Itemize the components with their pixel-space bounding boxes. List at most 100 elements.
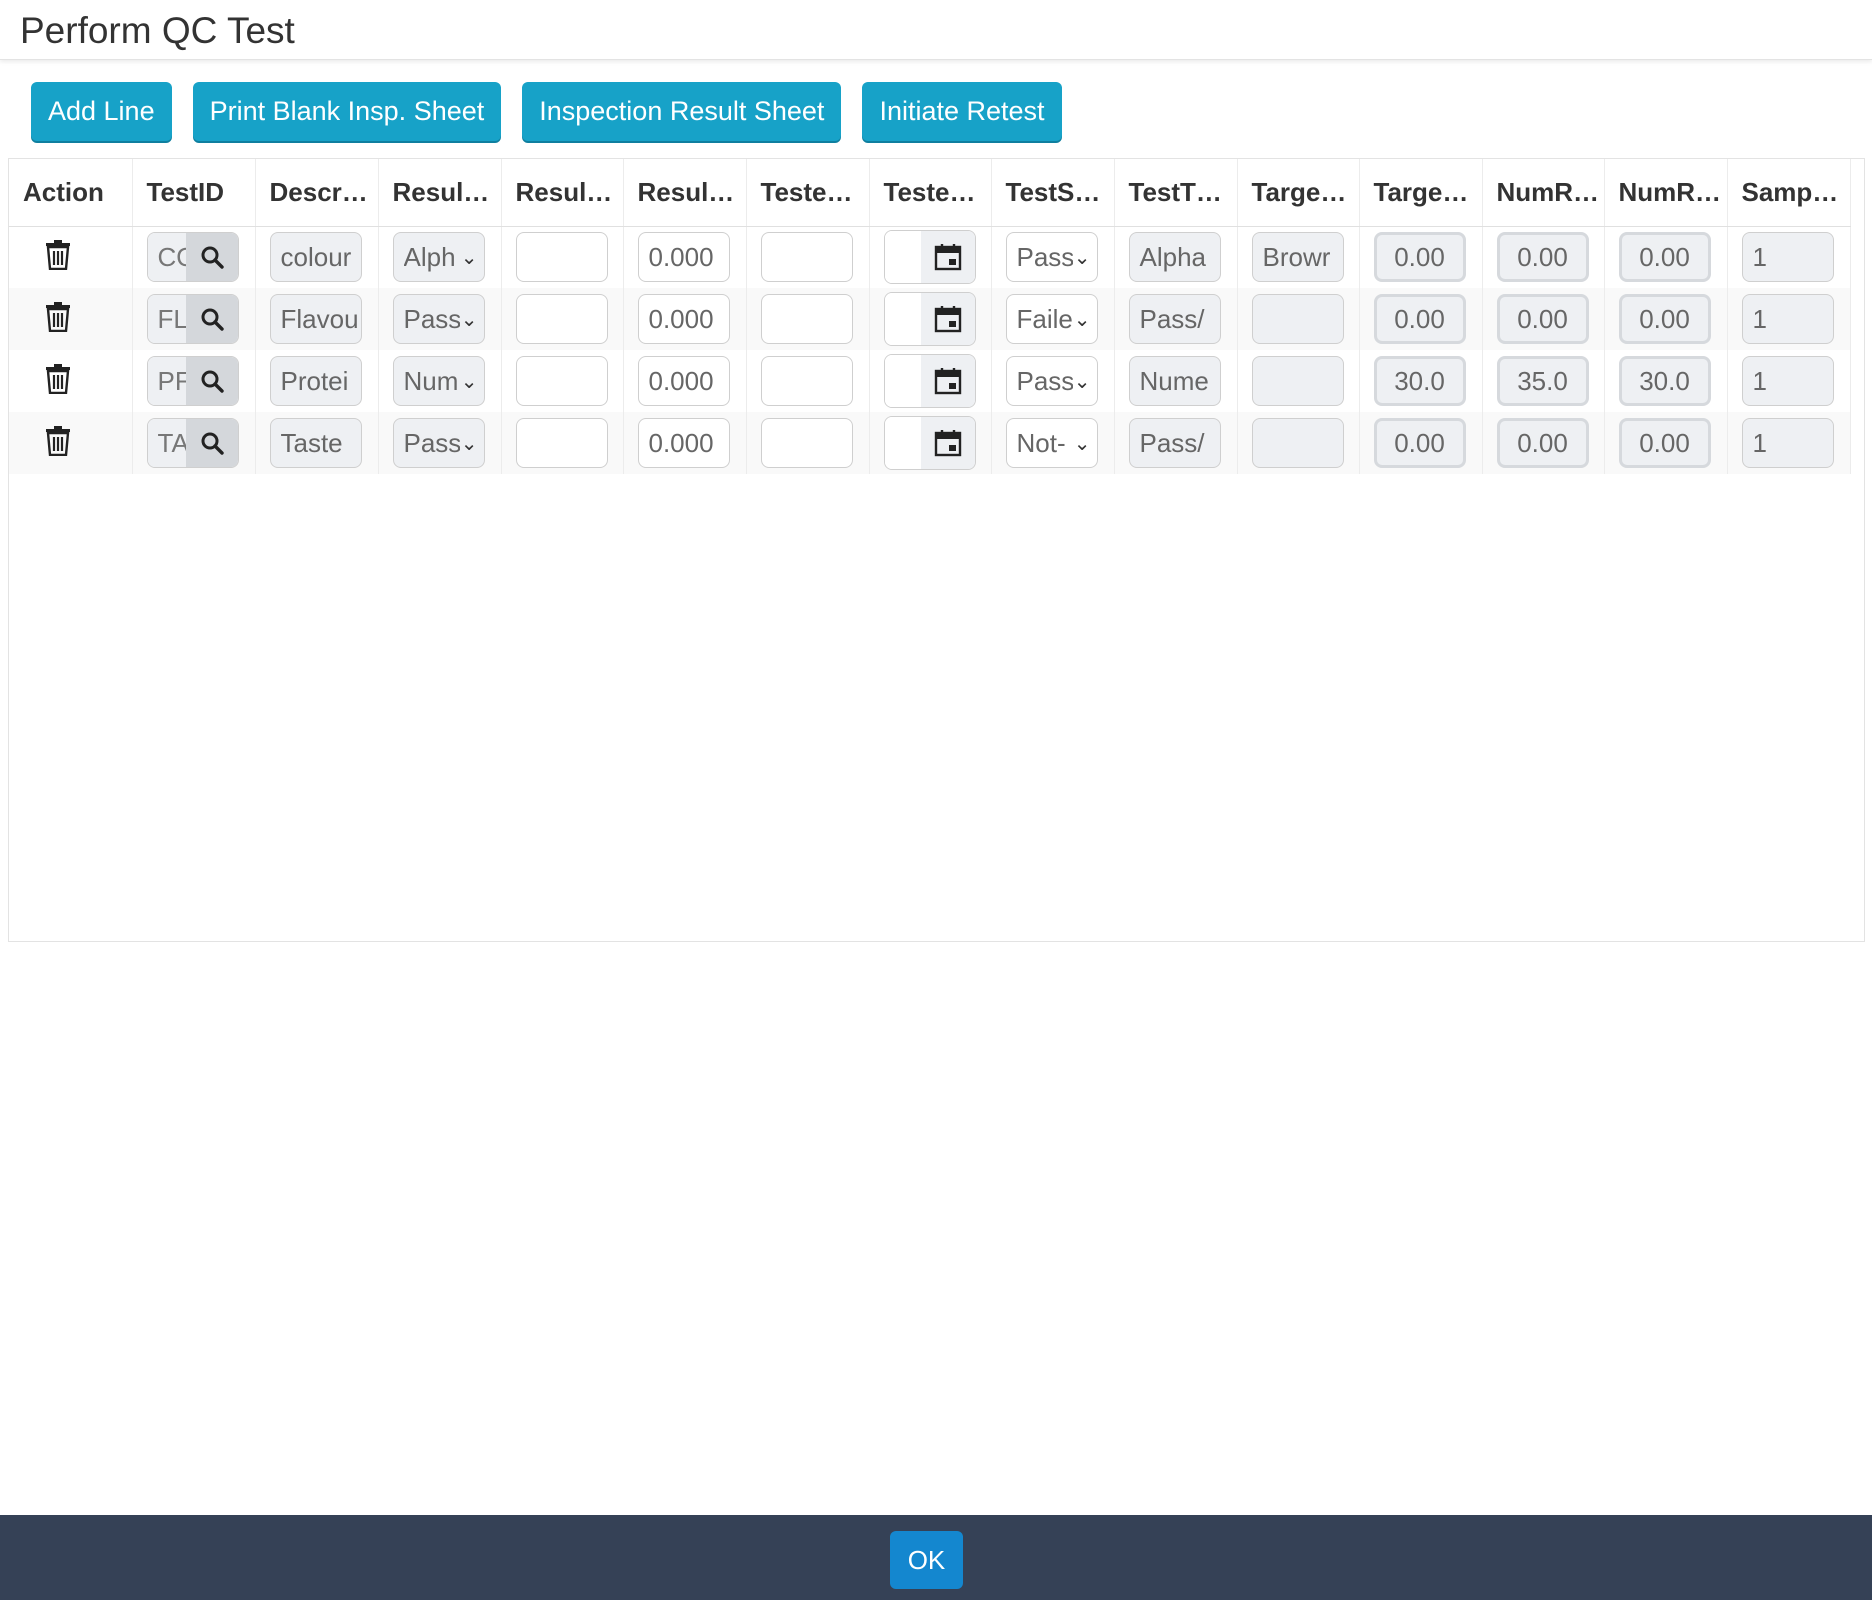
column-header-sample[interactable]: Samp… — [1727, 159, 1851, 227]
search-icon[interactable] — [185, 233, 238, 282]
ok-button[interactable]: OK — [890, 1531, 963, 1589]
initiate-retest-button[interactable]: Initiate Retest — [862, 82, 1062, 141]
description-field[interactable]: Taste — [269, 418, 362, 468]
calendar-icon[interactable] — [920, 417, 975, 469]
trash-icon[interactable] — [23, 425, 132, 456]
description-field[interactable]: Protei — [269, 356, 362, 406]
result-type-select[interactable]: Num ⌄ — [392, 356, 485, 406]
num-range-min-field[interactable]: 0.00 — [1496, 294, 1589, 344]
test-id-field[interactable]: CO — [147, 233, 186, 282]
tested-date-field[interactable] — [883, 292, 976, 346]
column-header-target-text[interactable]: Targe… — [1237, 159, 1360, 227]
test-id-lookup: CO — [146, 232, 239, 283]
tested-date-field[interactable] — [883, 230, 976, 285]
column-header-tested-by[interactable]: Teste… — [746, 159, 870, 227]
target-number-field[interactable]: 0.00 — [1373, 232, 1466, 283]
num-range-max-field[interactable]: 0.00 — [1618, 294, 1711, 344]
num-range-max-field[interactable]: 0.00 — [1618, 232, 1711, 283]
sample-field[interactable]: 1 — [1741, 356, 1834, 406]
num-range-max-field[interactable]: 0.00 — [1618, 418, 1711, 468]
result-text-field[interactable] — [515, 232, 608, 283]
column-header-result-number[interactable]: Resul… — [623, 159, 747, 227]
result-type-select[interactable]: Alph ⌄ — [392, 232, 485, 283]
tested-date-input[interactable] — [884, 417, 921, 469]
test-type-cell: Nume — [1114, 350, 1238, 412]
search-icon[interactable] — [185, 357, 238, 405]
num-range-min-field[interactable]: 0.00 — [1496, 418, 1589, 468]
result-type-select[interactable]: Pass ⌄ — [392, 294, 485, 344]
sample-field[interactable]: 1 — [1741, 294, 1834, 344]
test-type-field[interactable]: Nume — [1128, 356, 1221, 406]
tested-date-field[interactable] — [883, 416, 976, 470]
sample-field[interactable]: 1 — [1741, 232, 1834, 283]
num-range-min-field[interactable]: 35.0 — [1496, 356, 1589, 406]
calendar-icon[interactable] — [920, 231, 975, 284]
trash-icon[interactable] — [23, 363, 132, 394]
target-number-field[interactable]: 0.00 — [1373, 294, 1466, 344]
test-status-value: Pass — [1016, 241, 1073, 272]
test-type-field[interactable]: Pass/ — [1128, 418, 1221, 468]
result-type-select[interactable]: Pass ⌄ — [392, 418, 485, 468]
tested-date-input[interactable] — [884, 355, 921, 407]
result-number-field[interactable]: 0.000 — [637, 356, 730, 406]
target-text-field[interactable] — [1251, 294, 1344, 344]
test-status-select[interactable]: Pass ⌄ — [1005, 356, 1098, 406]
column-header-test-id[interactable]: TestID — [132, 159, 256, 227]
calendar-icon[interactable] — [920, 293, 975, 345]
action-cell — [9, 288, 133, 350]
num-range-max-field[interactable]: 30.0 — [1618, 356, 1711, 406]
inspection-result-sheet-button[interactable]: Inspection Result Sheet — [522, 82, 842, 141]
add-line-button[interactable]: Add Line — [31, 82, 172, 141]
target-number-cell: 0.00 — [1359, 226, 1483, 288]
column-header-result-text[interactable]: Resul… — [501, 159, 624, 227]
column-header-test-status[interactable]: TestS… — [991, 159, 1115, 227]
tested-date-input[interactable] — [884, 293, 921, 345]
test-type-cell: Pass/ — [1114, 288, 1238, 350]
test-id-field[interactable]: FL — [147, 295, 186, 343]
trash-icon[interactable] — [23, 239, 132, 270]
tested-by-field[interactable] — [760, 232, 853, 283]
description-field[interactable]: colour — [269, 232, 362, 283]
result-number-field[interactable]: 0.000 — [637, 232, 730, 283]
tested-date-field[interactable] — [883, 354, 976, 408]
tested-by-field[interactable] — [760, 418, 853, 468]
result-number-field[interactable]: 0.000 — [637, 418, 730, 468]
target-text-field[interactable]: Browr — [1251, 232, 1344, 283]
test-type-field[interactable]: Alpha — [1128, 232, 1221, 283]
test-id-field[interactable]: PF — [147, 357, 186, 405]
test-type-field[interactable]: Pass/ — [1128, 294, 1221, 344]
column-header-description[interactable]: Descr… — [255, 159, 379, 227]
target-text-field[interactable] — [1251, 356, 1344, 406]
column-header-num-range-min[interactable]: NumR… — [1482, 159, 1605, 227]
result-text-field[interactable] — [515, 294, 608, 344]
target-number-field[interactable]: 30.0 — [1373, 356, 1466, 406]
trash-icon[interactable] — [23, 301, 132, 332]
calendar-icon[interactable] — [920, 355, 975, 407]
column-header-test-type[interactable]: TestT… — [1114, 159, 1238, 227]
column-header-result-type[interactable]: Resul… — [378, 159, 502, 227]
column-header-action[interactable]: Action — [9, 159, 133, 227]
search-icon[interactable] — [185, 295, 238, 343]
description-field[interactable]: Flavou — [269, 294, 362, 344]
test-status-select[interactable]: Not- ⌄ — [1005, 418, 1098, 468]
column-header-tested-date[interactable]: Teste… — [869, 159, 992, 227]
target-number-field[interactable]: 0.00 — [1373, 418, 1466, 468]
test-id-field[interactable]: TA — [147, 419, 186, 467]
result-text-field[interactable] — [515, 356, 608, 406]
result-text-field[interactable] — [515, 418, 608, 468]
print-blank-sheet-button[interactable]: Print Blank Insp. Sheet — [192, 82, 502, 141]
num-range-min-field[interactable]: 0.00 — [1496, 232, 1589, 283]
num-range-min-cell: 0.00 — [1482, 226, 1605, 288]
target-text-field[interactable] — [1251, 418, 1344, 468]
column-header-target-number[interactable]: Targe… — [1359, 159, 1483, 227]
test-status-select[interactable]: Faile ⌄ — [1005, 294, 1098, 344]
tested-by-field[interactable] — [760, 356, 853, 406]
tested-date-input[interactable] — [884, 231, 921, 284]
sample-field[interactable]: 1 — [1741, 418, 1834, 468]
tested-by-field[interactable] — [760, 294, 853, 344]
result-number-field[interactable]: 0.000 — [637, 294, 730, 344]
column-header-num-range-max[interactable]: NumR… — [1604, 159, 1728, 227]
search-icon[interactable] — [185, 419, 238, 467]
test-status-select[interactable]: Pass ⌄ — [1005, 232, 1098, 283]
result-text-cell — [501, 226, 624, 288]
